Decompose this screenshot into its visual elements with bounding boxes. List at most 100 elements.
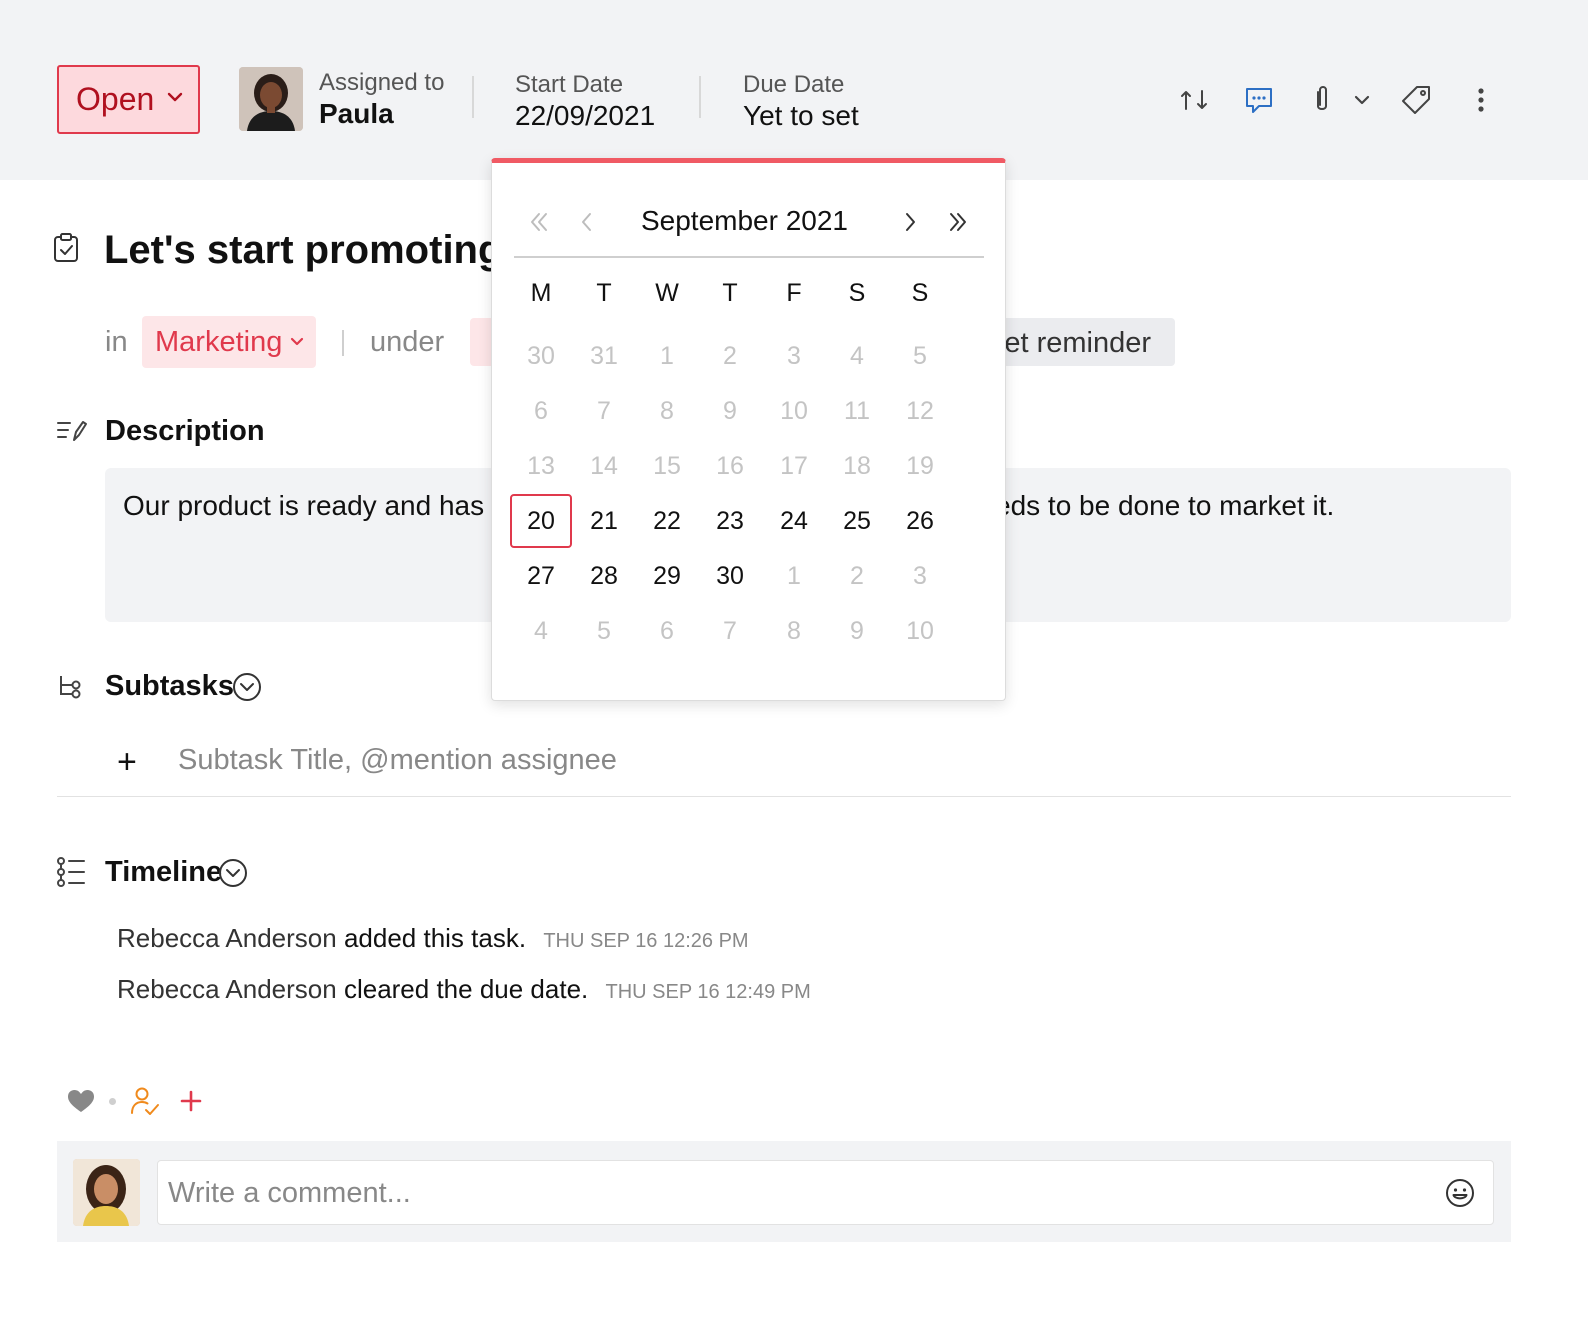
calendar-day-outside[interactable]: 1 [763,549,825,603]
timeline-entry: Rebecca Anderson cleared the due date. T… [117,974,811,1005]
weekday-header: S [911,279,929,307]
calendar-day-outside[interactable]: 13 [510,439,572,493]
calendar-day[interactable]: 24 [763,494,825,548]
chevron-down-icon [290,337,304,346]
calendar-day-outside[interactable]: 17 [763,439,825,493]
task-header: Open Assigned to Paula Start Date 22/09/… [0,0,1588,180]
calendar-day-outside[interactable]: 7 [573,384,635,438]
like-heart-icon[interactable] [67,1089,95,1113]
add-subtask-button[interactable]: + [117,743,137,782]
assignee-name[interactable]: Paula [319,98,394,130]
calendar-day-outside[interactable]: 6 [636,604,698,658]
timeline-icon [57,857,85,887]
timeline-user[interactable]: Rebecca Anderson [117,974,337,1004]
calendar-day-outside[interactable]: 4 [826,329,888,383]
due-date-label: Due Date [743,71,845,98]
calendar-day-outside[interactable]: 8 [636,384,698,438]
calendar-day-outside[interactable]: 3 [763,329,825,383]
timeline-heading: Timeline [105,856,223,888]
subtasks-icon [60,676,81,699]
task-title[interactable]: Let's start promoting S [104,228,540,273]
more-icon[interactable] [1463,82,1499,118]
calendar-day-outside[interactable]: 7 [699,604,761,658]
calendar-day-outside[interactable]: 3 [889,549,951,603]
under-label: under [370,326,445,358]
chevron-circle-down-icon[interactable] [232,672,262,702]
calendar-day-outside[interactable]: 30 [510,329,572,383]
calendar-day[interactable]: 23 [699,494,761,548]
description-heading: Description [105,415,265,447]
timeline-action: cleared the due date. [343,974,589,1004]
emoji-icon[interactable] [1445,1178,1475,1208]
description-text: Our product is ready and has p [123,490,508,521]
subtask-title-input[interactable] [178,740,1078,780]
calendar-day-outside[interactable]: 2 [699,329,761,383]
chevron-down-icon [167,92,183,102]
calendar-day-outside[interactable]: 11 [826,384,888,438]
set-reminder-button[interactable]: Set reminder [985,318,1175,366]
calendar-day-outside[interactable]: 8 [763,604,825,658]
calendar-day[interactable]: 29 [636,549,698,603]
calendar-day-outside[interactable]: 10 [763,384,825,438]
calendar-day-outside[interactable]: 1 [636,329,698,383]
task-checklist-icon [54,233,78,262]
comment-icon[interactable] [1241,82,1277,118]
status-dropdown[interactable]: Open [57,65,200,134]
calendar-day-outside[interactable]: 10 [889,604,951,658]
calendar-day-outside[interactable]: 5 [573,604,635,658]
start-date-value[interactable]: 22/09/2021 [515,100,655,132]
comment-input[interactable] [168,1173,1418,1213]
calendar-day[interactable]: 22 [636,494,698,548]
calendar-day-outside[interactable]: 12 [889,384,951,438]
calendar-day[interactable]: 30 [699,549,761,603]
calendar-day[interactable]: 21 [573,494,635,548]
assigned-label: Assigned to [319,69,445,96]
next-month-icon[interactable] [896,207,926,237]
chevron-down-icon[interactable] [1344,82,1380,118]
calendar-day-outside[interactable]: 15 [636,439,698,493]
project-name: Marketing [155,325,283,358]
calendar-divider [514,256,984,258]
calendar-day[interactable]: 27 [510,549,572,603]
tag-icon[interactable] [1398,82,1434,118]
weekday-header: F [786,279,802,307]
weekday-header: T [596,279,612,307]
start-date-label: Start Date [515,71,624,98]
due-date-value[interactable]: Yet to set [743,100,859,132]
calendar-day[interactable]: 20 [510,494,572,548]
calendar-day-outside[interactable]: 14 [573,439,635,493]
weekday-header: S [848,279,866,307]
calendar-day[interactable]: 25 [826,494,888,548]
attachment-icon[interactable] [1304,82,1340,118]
in-label: in [105,326,128,358]
divider [472,76,474,118]
next-year-icon[interactable] [943,207,973,237]
calendar-day-outside[interactable]: 16 [699,439,761,493]
status-label: Open [76,81,155,117]
subtasks-heading: Subtasks [105,670,234,702]
chevron-circle-down-icon[interactable] [218,858,248,888]
calendar-day-outside[interactable]: 6 [510,384,572,438]
calendar-day-outside[interactable]: 31 [573,329,635,383]
calendar-day-outside[interactable]: 9 [826,604,888,658]
description-edit-icon [57,421,87,441]
divider [699,76,701,118]
calendar-day-outside[interactable]: 2 [826,549,888,603]
calendar-day-outside[interactable]: 18 [826,439,888,493]
swap-icon[interactable] [1176,82,1212,118]
calendar-day[interactable]: 28 [573,549,635,603]
timeline-time: THU SEP 16 12:49 PM [605,981,811,1003]
calendar-day-outside[interactable]: 9 [699,384,761,438]
calendar-day-outside[interactable]: 4 [510,604,572,658]
divider [57,796,1511,797]
add-icon[interactable] [180,1090,202,1112]
timeline-time: THU SEP 16 12:26 PM [543,930,749,952]
add-follower-icon[interactable] [130,1086,160,1118]
assignee-avatar[interactable] [239,67,303,131]
timeline-action: added this task. [343,923,527,953]
timeline-user[interactable]: Rebecca Anderson [117,923,337,953]
calendar-day-outside[interactable]: 19 [889,439,951,493]
calendar-day[interactable]: 26 [889,494,951,548]
project-dropdown[interactable]: Marketing [142,316,316,368]
calendar-day-outside[interactable]: 5 [889,329,951,383]
